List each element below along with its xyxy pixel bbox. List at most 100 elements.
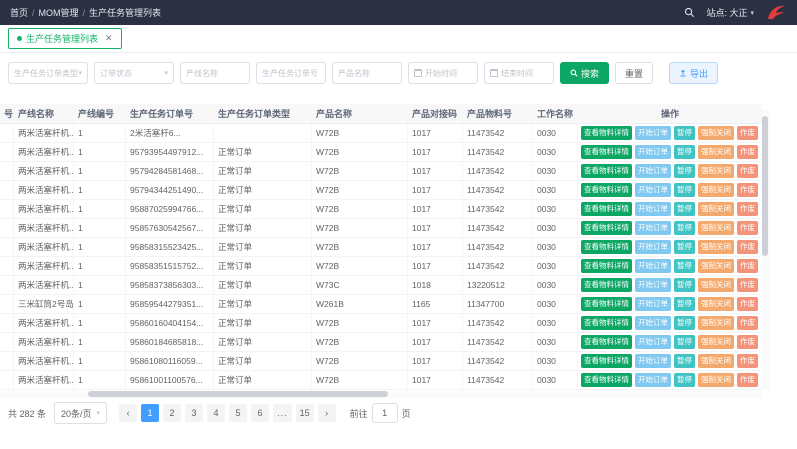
void-button[interactable]: 作废	[737, 335, 758, 349]
page-button[interactable]: 15	[296, 404, 314, 422]
void-button[interactable]: 作废	[737, 316, 758, 330]
force-close-button[interactable]: 强制关闭	[698, 259, 734, 273]
view-materials-button[interactable]: 查看物料详情	[581, 278, 632, 292]
force-close-button[interactable]: 强制关闭	[698, 183, 734, 197]
filter-field-select[interactable]: 生产任务订单类型▾	[8, 62, 88, 84]
view-materials-button[interactable]: 查看物料详情	[581, 183, 632, 197]
void-button[interactable]: 作废	[737, 373, 758, 387]
view-materials-button[interactable]: 查看物料详情	[581, 316, 632, 330]
export-button[interactable]: 导出	[669, 62, 718, 84]
start-order-button[interactable]: 开始订单	[635, 126, 671, 140]
page-size-select[interactable]: 20条/页 ▾	[54, 402, 107, 424]
prev-page-button[interactable]: ‹	[119, 404, 137, 422]
pause-button[interactable]: 暂停	[674, 240, 695, 254]
pause-button[interactable]: 暂停	[674, 221, 695, 235]
view-materials-button[interactable]: 查看物料详情	[581, 297, 632, 311]
force-close-button[interactable]: 强制关闭	[698, 240, 734, 254]
void-button[interactable]: 作废	[737, 164, 758, 178]
pause-button[interactable]: 暂停	[674, 202, 695, 216]
start-order-button[interactable]: 开始订单	[635, 221, 671, 235]
start-order-button[interactable]: 开始订单	[635, 297, 671, 311]
pause-button[interactable]: 暂停	[674, 126, 695, 140]
view-materials-button[interactable]: 查看物料详情	[581, 164, 632, 178]
start-order-button[interactable]: 开始订单	[635, 202, 671, 216]
force-close-button[interactable]: 强制关闭	[698, 297, 734, 311]
view-materials-button[interactable]: 查看物料详情	[581, 259, 632, 273]
filter-field-select[interactable]: 订单状态▾	[94, 62, 174, 84]
pause-button[interactable]: 暂停	[674, 373, 695, 387]
pause-button[interactable]: 暂停	[674, 354, 695, 368]
void-button[interactable]: 作废	[737, 202, 758, 216]
start-order-button[interactable]: 开始订单	[635, 240, 671, 254]
breadcrumb-item[interactable]: MOM管理	[39, 6, 79, 19]
filter-field-input[interactable]: 产品名称	[332, 62, 402, 84]
page-button[interactable]: 5	[229, 404, 247, 422]
force-close-button[interactable]: 强制关闭	[698, 164, 734, 178]
void-button[interactable]: 作废	[737, 278, 758, 292]
force-close-button[interactable]: 强制关闭	[698, 354, 734, 368]
horizontal-scrollbar-thumb[interactable]	[88, 391, 388, 397]
force-close-button[interactable]: 强制关闭	[698, 202, 734, 216]
start-order-button[interactable]: 开始订单	[635, 164, 671, 178]
void-button[interactable]: 作废	[737, 145, 758, 159]
start-order-button[interactable]: 开始订单	[635, 278, 671, 292]
void-button[interactable]: 作废	[737, 183, 758, 197]
start-order-button[interactable]: 开始订单	[635, 335, 671, 349]
view-materials-button[interactable]: 查看物料详情	[581, 354, 632, 368]
start-order-button[interactable]: 开始订单	[635, 354, 671, 368]
page-button[interactable]: 6	[251, 404, 269, 422]
page-button[interactable]: 4	[207, 404, 225, 422]
page-button[interactable]: 2	[163, 404, 181, 422]
vertical-scrollbar[interactable]	[762, 110, 769, 390]
view-materials-button[interactable]: 查看物料详情	[581, 373, 632, 387]
close-icon[interactable]: ✕	[105, 33, 113, 44]
void-button[interactable]: 作废	[737, 221, 758, 235]
next-page-button[interactable]: ›	[318, 404, 336, 422]
force-close-button[interactable]: 强制关闭	[698, 335, 734, 349]
filter-field-date[interactable]: 开始时间	[408, 62, 478, 84]
filter-field-input[interactable]: 产线名称	[180, 62, 250, 84]
site-selector[interactable]: 站点: 大正 ▾	[706, 6, 754, 19]
view-materials-button[interactable]: 查看物料详情	[581, 240, 632, 254]
start-order-button[interactable]: 开始订单	[635, 259, 671, 273]
start-order-button[interactable]: 开始订单	[635, 145, 671, 159]
force-close-button[interactable]: 强制关闭	[698, 145, 734, 159]
page-button[interactable]: 1	[141, 404, 159, 422]
start-order-button[interactable]: 开始订单	[635, 316, 671, 330]
force-close-button[interactable]: 强制关闭	[698, 126, 734, 140]
tab-production-task-list[interactable]: 生产任务管理列表 ✕	[8, 28, 122, 49]
pause-button[interactable]: 暂停	[674, 145, 695, 159]
pause-button[interactable]: 暂停	[674, 316, 695, 330]
view-materials-button[interactable]: 查看物料详情	[581, 202, 632, 216]
page-button[interactable]: 3	[185, 404, 203, 422]
goto-page-input[interactable]	[372, 403, 398, 423]
pause-button[interactable]: 暂停	[674, 183, 695, 197]
view-materials-button[interactable]: 查看物料详情	[581, 221, 632, 235]
search-icon[interactable]	[684, 7, 695, 18]
view-materials-button[interactable]: 查看物料详情	[581, 145, 632, 159]
view-materials-button[interactable]: 查看物料详情	[581, 335, 632, 349]
void-button[interactable]: 作废	[737, 354, 758, 368]
void-button[interactable]: 作废	[737, 297, 758, 311]
vertical-scrollbar-thumb[interactable]	[762, 116, 768, 256]
void-button[interactable]: 作废	[737, 126, 758, 140]
force-close-button[interactable]: 强制关闭	[698, 221, 734, 235]
start-order-button[interactable]: 开始订单	[635, 183, 671, 197]
page-ellipsis[interactable]: ...	[273, 404, 292, 422]
start-order-button[interactable]: 开始订单	[635, 373, 671, 387]
filter-field-date[interactable]: 结束时间	[484, 62, 554, 84]
filter-field-input[interactable]: 生产任务订单号	[256, 62, 326, 84]
view-materials-button[interactable]: 查看物料详情	[581, 126, 632, 140]
search-button[interactable]: 搜索	[560, 62, 609, 84]
reset-button[interactable]: 重置	[615, 62, 653, 84]
void-button[interactable]: 作废	[737, 259, 758, 273]
breadcrumb-item[interactable]: 生产任务管理列表	[89, 6, 161, 19]
pause-button[interactable]: 暂停	[674, 335, 695, 349]
pause-button[interactable]: 暂停	[674, 278, 695, 292]
breadcrumb-item[interactable]: 首页	[10, 6, 28, 19]
void-button[interactable]: 作废	[737, 240, 758, 254]
force-close-button[interactable]: 强制关闭	[698, 316, 734, 330]
pause-button[interactable]: 暂停	[674, 164, 695, 178]
pause-button[interactable]: 暂停	[674, 297, 695, 311]
pause-button[interactable]: 暂停	[674, 259, 695, 273]
